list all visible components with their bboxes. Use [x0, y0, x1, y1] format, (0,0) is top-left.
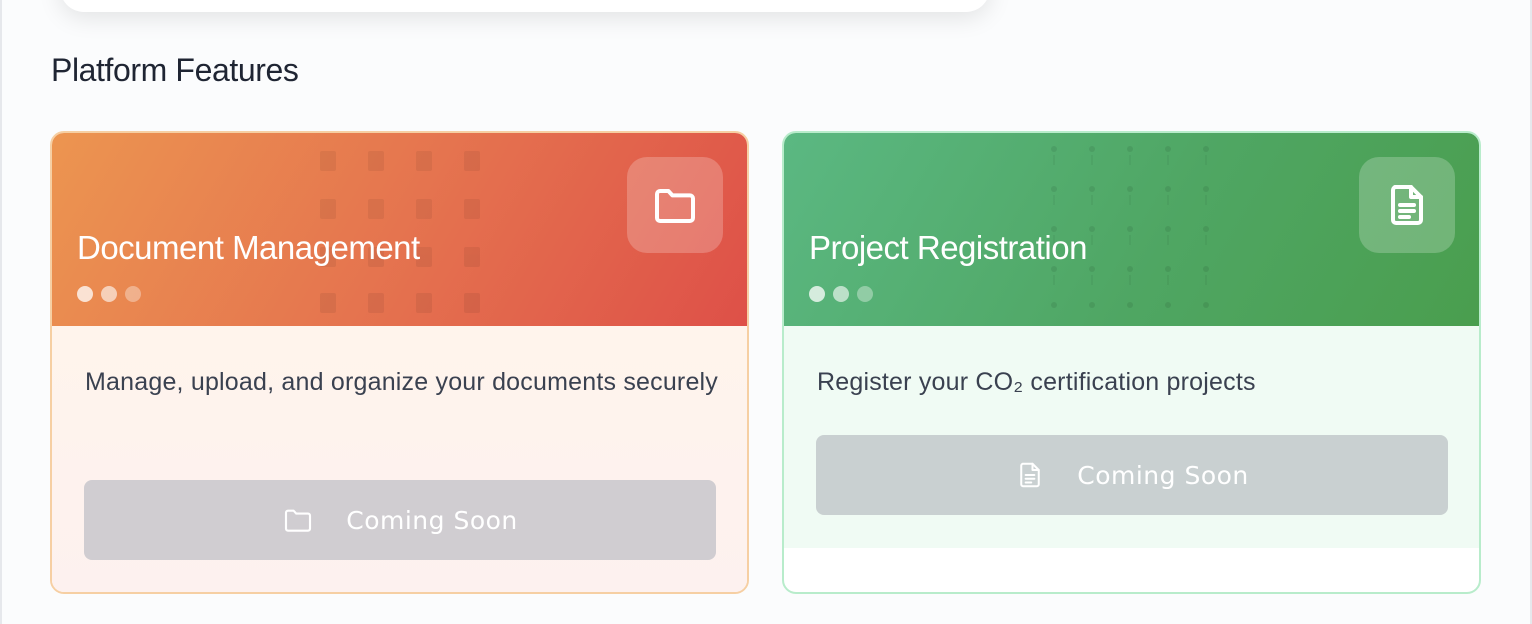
document-icon [1015, 459, 1045, 491]
folder-icon-tile [627, 157, 723, 253]
folder-icon [655, 189, 695, 223]
feature-card-document-management[interactable]: Document Management Manage, upload, and … [50, 131, 749, 594]
section-title: Platform Features [51, 52, 299, 88]
card-banner: Project Registration [784, 133, 1479, 326]
dot [833, 286, 849, 302]
card-title: Project Registration [809, 229, 1087, 266]
coming-soon-button[interactable]: Coming Soon [84, 480, 716, 560]
banner-dots [77, 286, 141, 302]
card-body: Manage, upload, and organize your docume… [52, 326, 747, 592]
dot [125, 286, 141, 302]
dot [809, 286, 825, 302]
card-body: Register your CO₂ certification projects… [784, 326, 1479, 548]
document-icon [1391, 185, 1423, 225]
button-label: Coming Soon [346, 505, 518, 535]
dot [101, 286, 117, 302]
folder-icon [282, 504, 314, 536]
feature-card-project-registration[interactable]: Project Registration Register your CO₂ c… [782, 131, 1481, 594]
button-label: Coming Soon [1077, 460, 1249, 490]
banner-dots [809, 286, 873, 302]
document-icon-tile [1359, 157, 1455, 253]
card-banner: Document Management [52, 133, 747, 326]
card-description: Register your CO₂ certification projects [817, 368, 1256, 396]
dot [77, 286, 93, 302]
card-description: Manage, upload, and organize your docume… [85, 368, 719, 396]
top-panel-edge [60, 0, 990, 12]
dot [857, 286, 873, 302]
coming-soon-button[interactable]: Coming Soon [816, 435, 1448, 515]
card-title: Document Management [77, 229, 420, 266]
